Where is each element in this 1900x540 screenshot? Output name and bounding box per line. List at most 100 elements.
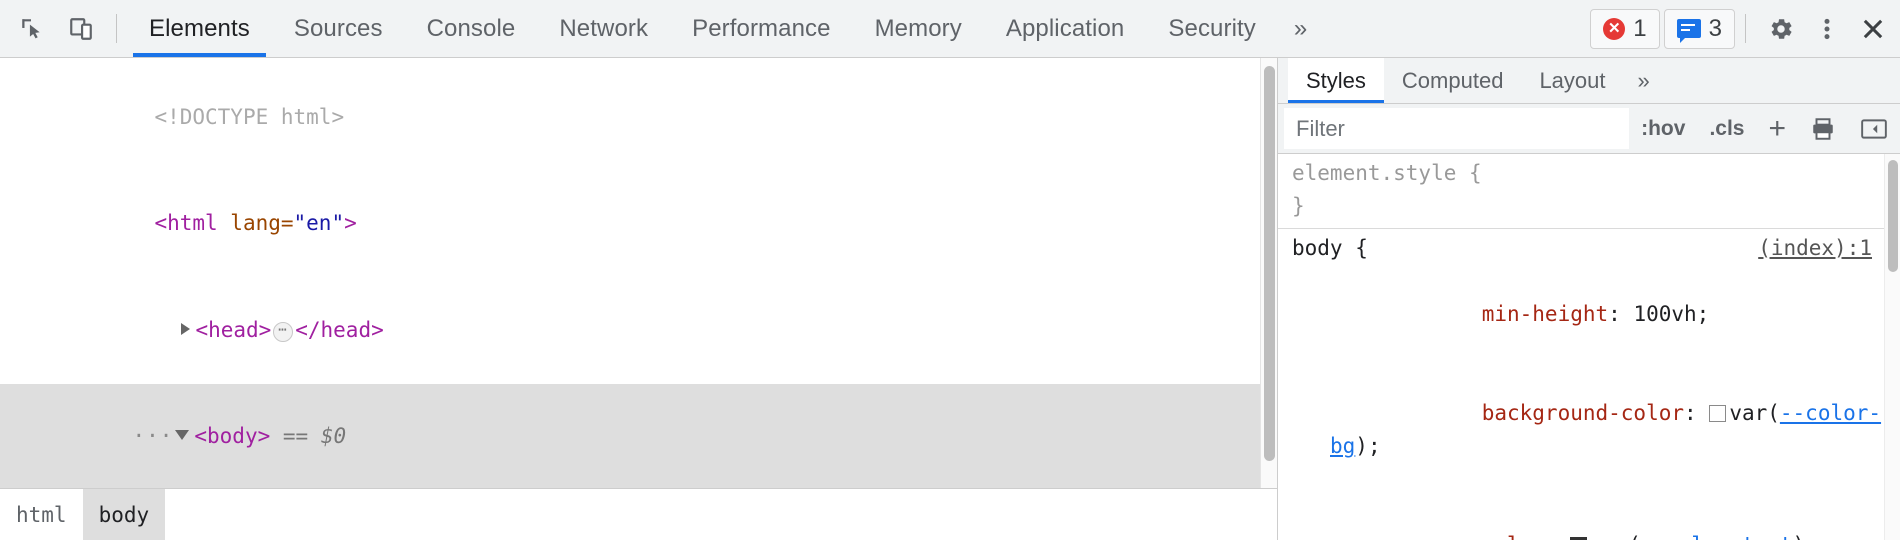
min-height-value: 100vh; xyxy=(1633,302,1710,326)
more-tabs-chevron-icon[interactable]: » xyxy=(1278,0,1323,57)
css-rule-body-selector[interactable]: body { (index):1 xyxy=(1278,232,1900,265)
html-lang-attr: lang= xyxy=(230,211,294,235)
message-icon xyxy=(1676,19,1701,43)
css-variable-link-color-text[interactable]: --color-text xyxy=(1641,533,1793,540)
breadcrumb-item-body[interactable]: body xyxy=(82,489,166,540)
dom-node-body-selected[interactable]: ··· <body> == $0 xyxy=(0,383,1277,488)
css-declaration-min-height[interactable]: min-height: 100vh; xyxy=(1278,265,1900,364)
head-collapsed-ellipsis-icon[interactable]: ⋯ xyxy=(273,321,294,342)
tab-security[interactable]: Security xyxy=(1146,0,1278,57)
breadcrumb: html body xyxy=(0,488,1277,540)
styles-sidebar-tabs: Styles Computed Layout » xyxy=(1278,58,1900,104)
tab-styles[interactable]: Styles xyxy=(1288,58,1384,103)
toolbar-divider xyxy=(116,14,117,43)
close-icon[interactable] xyxy=(1852,8,1894,50)
message-count-label: 3 xyxy=(1708,14,1722,42)
styles-filter-toolbar: :hov .cls + xyxy=(1278,104,1900,154)
tab-sources[interactable]: Sources xyxy=(272,0,405,57)
background-color-var-close: ); xyxy=(1355,434,1381,458)
color-var-close: ); xyxy=(1793,533,1818,540)
elements-dom-pane: <!DOCTYPE html> <html lang="en"> <head> ⋯… xyxy=(0,58,1278,540)
styles-pane-scrollbar[interactable] xyxy=(1884,154,1900,540)
html-tag-close: > xyxy=(344,211,357,235)
styles-more-tabs-chevron-icon[interactable]: » xyxy=(1624,58,1664,103)
toggle-sidebar-icon[interactable] xyxy=(1848,104,1900,153)
tab-console-label: Console xyxy=(426,14,516,42)
inspect-cursor-icon[interactable] xyxy=(10,8,52,50)
tab-console[interactable]: Console xyxy=(405,0,538,57)
message-count-badge[interactable]: 3 xyxy=(1663,8,1735,49)
tab-application[interactable]: Application xyxy=(984,0,1147,57)
body-selector-text: body xyxy=(1292,236,1343,260)
body-badge-ellipsis-icon[interactable]: ··· xyxy=(132,424,173,448)
device-toolbar-icon[interactable] xyxy=(60,8,102,50)
toggle-element-state-button[interactable]: :hov xyxy=(1629,104,1697,153)
print-media-icon[interactable] xyxy=(1798,104,1848,153)
new-style-rule-label: + xyxy=(1768,111,1786,145)
tab-network[interactable]: Network xyxy=(537,0,670,57)
tab-layout-label: Layout xyxy=(1539,67,1606,93)
devtools-main-toolbar: Elements Sources Console Network Perform… xyxy=(0,0,1900,58)
css-declaration-background-color[interactable]: background-color: var(--color-bg); xyxy=(1278,364,1900,496)
tab-security-label: Security xyxy=(1168,14,1256,42)
more-tabs-chevron-label: » xyxy=(1293,14,1308,42)
html-tag-open: <html xyxy=(154,211,231,235)
body-dollar-zero: $0 xyxy=(320,424,347,448)
body-tag-open: <body> xyxy=(194,424,271,448)
toolbar-right-icons: ✕ 1 3 xyxy=(1582,0,1894,57)
gear-icon[interactable] xyxy=(1760,8,1802,50)
tab-elements-label: Elements xyxy=(149,14,250,42)
styles-pane-scrollbar-thumb[interactable] xyxy=(1888,160,1898,272)
body-equals: == xyxy=(270,424,321,448)
min-height-colon: : xyxy=(1608,302,1634,326)
css-rule-element-style[interactable]: element.style { } xyxy=(1278,154,1900,229)
toolbar-divider-right xyxy=(1745,14,1746,43)
tab-computed[interactable]: Computed xyxy=(1384,58,1522,103)
color-swatch-bg[interactable] xyxy=(1709,405,1727,422)
dom-node-doctype[interactable]: <!DOCTYPE html> xyxy=(0,64,1277,171)
breadcrumb-item-html-label: html xyxy=(16,502,67,527)
css-declaration-color[interactable]: color: var(--color-text); xyxy=(1278,496,1900,540)
dom-node-html[interactable]: <html lang="en"> xyxy=(0,171,1277,278)
tab-performance[interactable]: Performance xyxy=(670,0,853,57)
stylesheet-source-link[interactable]: (index):1 xyxy=(1758,232,1872,265)
expand-head-triangle-icon[interactable] xyxy=(181,322,191,335)
tab-memory-label: Memory xyxy=(874,14,962,42)
styles-more-tabs-chevron-label: » xyxy=(1637,67,1650,93)
element-style-selector-text: element.style xyxy=(1292,161,1457,185)
dom-node-head[interactable]: <head> ⋯ </head> xyxy=(0,277,1277,384)
css-rule-element-style-selector[interactable]: element.style { xyxy=(1278,157,1900,190)
dom-tree-scrollbar-thumb[interactable] xyxy=(1264,66,1275,461)
tab-computed-label: Computed xyxy=(1401,67,1504,93)
tab-memory[interactable]: Memory xyxy=(853,0,984,57)
panel-tabs: Elements Sources Console Network Perform… xyxy=(127,0,1323,57)
tab-network-label: Network xyxy=(559,14,649,42)
head-tag-close: </head> xyxy=(295,317,384,342)
toolbar-left-icons xyxy=(10,0,110,57)
toggle-element-state-label: :hov xyxy=(1641,116,1686,140)
tab-performance-label: Performance xyxy=(692,14,831,42)
html-lang-value: "en" xyxy=(293,211,345,235)
devtools-window: Elements Sources Console Network Perform… xyxy=(0,0,1900,540)
error-icon: ✕ xyxy=(1603,17,1626,40)
element-style-brace-close: } xyxy=(1292,194,1305,218)
breadcrumb-item-html[interactable]: html xyxy=(0,489,83,540)
element-style-brace-open: { xyxy=(1456,161,1482,185)
new-style-rule-button[interactable]: + xyxy=(1756,104,1798,153)
collapse-body-triangle-icon[interactable] xyxy=(175,430,190,440)
tab-layout[interactable]: Layout xyxy=(1521,58,1623,103)
dom-tree[interactable]: <!DOCTYPE html> <html lang="en"> <head> ⋯… xyxy=(0,58,1277,488)
element-classes-button[interactable]: .cls xyxy=(1697,104,1756,153)
css-rule-element-style-close: } xyxy=(1278,190,1900,223)
error-count-badge[interactable]: ✕ 1 xyxy=(1590,8,1660,49)
breadcrumb-item-body-label: body xyxy=(98,502,150,527)
color-colon: : xyxy=(1545,533,1570,540)
css-rule-body[interactable]: body { (index):1 min-height: 100vh; back… xyxy=(1278,229,1900,540)
search-input[interactable] xyxy=(1284,108,1630,149)
css-rules-list[interactable]: element.style { } body { (index):1 min-h… xyxy=(1278,154,1900,540)
tab-sources-label: Sources xyxy=(293,14,383,42)
dom-tree-scrollbar[interactable] xyxy=(1260,58,1277,488)
error-count-label: 1 xyxy=(1633,14,1647,42)
three-dots-vertical-icon[interactable] xyxy=(1806,8,1848,50)
tab-elements[interactable]: Elements xyxy=(127,0,272,57)
